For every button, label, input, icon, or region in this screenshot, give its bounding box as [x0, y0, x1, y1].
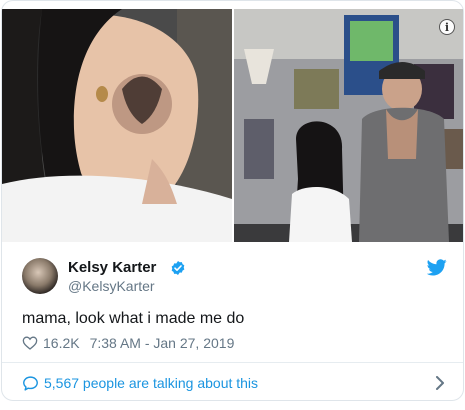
tweet-timestamp[interactable]: 7:38 AM - Jan 27, 2019 — [90, 335, 235, 351]
author-handle[interactable]: @KelsyKarter — [68, 278, 155, 294]
tweet-photo-2[interactable]: i — [234, 9, 463, 242]
divider — [2, 362, 463, 363]
avatar[interactable] — [22, 258, 58, 294]
photo-2-illustration — [234, 9, 463, 242]
author-name[interactable]: Kelsy Karter — [68, 259, 156, 276]
tweet-photo-1[interactable] — [2, 9, 232, 242]
verified-badge-icon — [171, 261, 185, 275]
chevron-right-icon[interactable] — [435, 376, 445, 390]
tweet-media[interactable]: i — [2, 9, 463, 242]
conversation-link[interactable]: 5,567 people are talking about this — [22, 372, 445, 394]
info-icon[interactable]: i — [439, 19, 455, 35]
tweet-meta: 16.2K 7:38 AM - Jan 27, 2019 — [22, 334, 234, 352]
photo-1-illustration — [2, 9, 232, 242]
heart-icon[interactable] — [22, 335, 38, 351]
conversation-count-link[interactable]: 5,567 people are talking about this — [44, 375, 258, 391]
tweet-header: Kelsy Karter @KelsyKarter — [22, 256, 447, 296]
tweet-text: mama, look what i made me do — [22, 310, 245, 327]
twitter-bird-icon[interactable] — [427, 259, 447, 276]
like-count[interactable]: 16.2K — [43, 335, 80, 351]
embedded-tweet-card: i Kelsy Karter @KelsyKarter mama, look w… — [1, 0, 464, 401]
speech-bubble-icon — [23, 375, 38, 391]
